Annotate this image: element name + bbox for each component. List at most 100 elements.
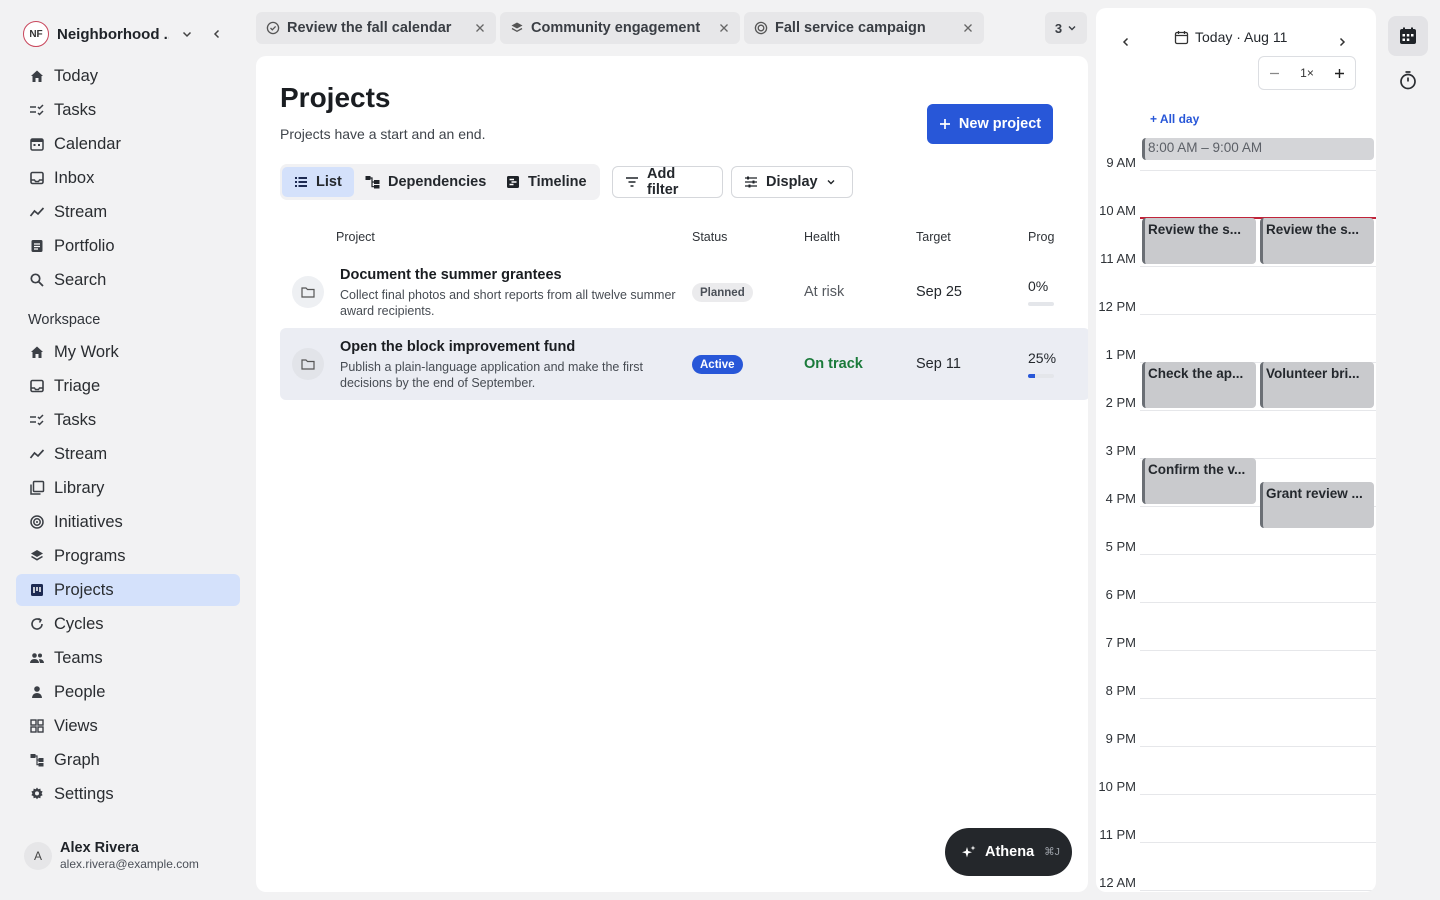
sparkle-icon — [961, 844, 977, 860]
sidebar-item-label: Stream — [54, 444, 108, 463]
sidebar-item-label: Stream — [54, 202, 108, 221]
table-row[interactable]: Document the summer grantees Collect fin… — [280, 256, 1088, 328]
check-circle-icon — [266, 21, 280, 35]
close-icon[interactable] — [474, 22, 486, 34]
display-button[interactable]: Display — [731, 166, 853, 198]
chevron-left-icon[interactable] — [1120, 36, 1132, 48]
sidebar-item-teams[interactable]: Teams — [16, 642, 240, 674]
stopwatch-icon — [1398, 70, 1418, 90]
add-filter-button[interactable]: Add filter — [612, 166, 723, 198]
calendar-panel-toggle[interactable] — [1388, 16, 1428, 56]
sidebar-item-triage[interactable]: Triage — [16, 370, 240, 402]
user-email: alex.rivera@example.com — [60, 857, 199, 871]
sidebar-item-portfolio[interactable]: Portfolio — [16, 230, 240, 262]
calendar-icon — [1398, 26, 1418, 46]
sidebar-item-search[interactable]: Search — [16, 264, 240, 296]
new-project-button[interactable]: New project — [927, 104, 1053, 144]
sidebar-item-graph[interactable]: Graph — [16, 744, 240, 776]
column-header-status[interactable]: Status — [692, 230, 727, 244]
new-project-label: New project — [958, 116, 1042, 132]
sidebar-item-initiatives[interactable]: Initiatives — [16, 506, 240, 538]
view-list-label: List — [316, 174, 342, 190]
page-subtitle: Projects have a start and an end. — [280, 126, 486, 142]
sidebar-item-people[interactable]: People — [16, 676, 240, 708]
column-header-target[interactable]: Target — [916, 230, 951, 244]
tab-review-fall-calendar[interactable]: Review the fall calendar — [256, 12, 496, 44]
hour-label: 12 PM — [1098, 299, 1136, 314]
calendar-grid[interactable]: 9 AM 10 AM 11 AM 12 PM 1 PM 2 PM 3 PM 4 … — [1096, 138, 1376, 892]
view-list-button[interactable]: List — [282, 167, 354, 197]
calendar-event[interactable]: 8:00 AM – 9:00 AM — [1142, 138, 1374, 160]
chevron-down-icon — [826, 177, 836, 187]
project-description: Publish a plain-language application and… — [340, 360, 643, 390]
workspace-switcher[interactable]: NF Neighborhood ... — [16, 14, 246, 54]
calendar-event[interactable]: Review the s... — [1142, 218, 1256, 264]
hour-label: 3 PM — [1105, 443, 1136, 458]
column-header-project[interactable]: Project — [336, 230, 375, 244]
sidebar-item-cycles[interactable]: Cycles — [16, 608, 240, 640]
table-row[interactable]: Open the block improvement fund Publish … — [280, 328, 1088, 400]
zoom-out-icon[interactable] — [1269, 68, 1280, 79]
sidebar-item-label: Initiatives — [54, 512, 123, 531]
sidebar-item-label: Tasks — [54, 100, 97, 119]
hour-line — [1140, 314, 1376, 315]
stream-icon — [28, 445, 46, 463]
calendar-event[interactable]: Check the ap... — [1142, 362, 1256, 408]
column-header-health[interactable]: Health — [804, 230, 840, 244]
hour-line — [1140, 554, 1376, 555]
hour-line — [1140, 746, 1376, 747]
hour-label: 8 PM — [1105, 683, 1136, 698]
chevron-right-icon[interactable] — [1336, 36, 1348, 48]
sidebar-item-programs[interactable]: Programs — [16, 540, 240, 572]
hour-label: 5 PM — [1105, 539, 1136, 554]
sidebar-item-views[interactable]: Views — [16, 710, 240, 742]
timer-panel-toggle[interactable] — [1388, 60, 1428, 100]
zoom-in-icon[interactable] — [1334, 68, 1345, 79]
close-icon[interactable] — [962, 22, 974, 34]
sidebar-item-workspace-tasks[interactable]: Tasks — [16, 404, 240, 436]
view-switcher: List Dependencies Timeline — [280, 164, 600, 200]
status-badge: Planned — [692, 283, 753, 302]
calendar-event[interactable]: Review the s... — [1260, 218, 1374, 264]
tab-community-engagement[interactable]: Community engagement — [500, 12, 740, 44]
sidebar-item-inbox[interactable]: Inbox — [16, 162, 240, 194]
progress-fill — [1028, 374, 1035, 378]
collapse-sidebar-icon[interactable] — [211, 28, 223, 40]
hour-label: 9 AM — [1106, 155, 1136, 170]
calendar-event[interactable]: Confirm the v... — [1142, 458, 1256, 504]
hour-line — [1140, 698, 1376, 699]
hour-label: 10 AM — [1099, 203, 1136, 218]
sidebar-item-library[interactable]: Library — [16, 472, 240, 504]
sidebar-item-workspace-stream[interactable]: Stream — [16, 438, 240, 470]
calendar-date[interactable]: Today · Aug 11 — [1174, 27, 1287, 47]
sidebar-item-stream[interactable]: Stream — [16, 196, 240, 228]
target-date: Sep 25 — [916, 284, 962, 300]
add-all-day-link[interactable]: + All day — [1150, 112, 1199, 126]
sidebar-item-label: Inbox — [54, 168, 95, 187]
views-icon — [28, 717, 46, 735]
view-timeline-button[interactable]: Timeline — [494, 167, 599, 197]
sidebar-item-calendar[interactable]: Calendar — [16, 128, 240, 160]
column-header-progress[interactable]: Prog — [1028, 230, 1054, 244]
calendar-event[interactable]: Volunteer bri... — [1260, 362, 1374, 408]
tab-overflow-button[interactable]: 3 — [1045, 12, 1087, 44]
user-profile[interactable]: A Alex Rivera alex.rivera@example.com — [24, 840, 199, 871]
stream-icon — [28, 203, 46, 221]
tab-fall-service-campaign[interactable]: Fall service campaign — [744, 12, 984, 44]
close-icon[interactable] — [718, 22, 730, 34]
sidebar-item-label: Portfolio — [54, 236, 115, 255]
tasks-icon — [28, 101, 46, 119]
hour-line — [1140, 890, 1376, 891]
sidebar-item-my-work[interactable]: My Work — [16, 336, 240, 368]
view-dependencies-button[interactable]: Dependencies — [353, 167, 498, 197]
hour-label: 6 PM — [1105, 587, 1136, 602]
sidebar-item-settings[interactable]: Settings — [16, 778, 240, 810]
sidebar-item-projects[interactable]: Projects — [16, 574, 240, 606]
initiatives-icon — [28, 513, 46, 531]
calendar-event[interactable]: Grant review ... — [1260, 482, 1374, 528]
sidebar-item-tasks[interactable]: Tasks — [16, 94, 240, 126]
sidebar-item-today[interactable]: Today — [16, 60, 240, 92]
project-description: Collect final photos and short reports f… — [340, 288, 676, 318]
athena-assistant-button[interactable]: Athena ⌘J — [945, 828, 1072, 876]
sidebar-item-label: My Work — [54, 342, 119, 361]
